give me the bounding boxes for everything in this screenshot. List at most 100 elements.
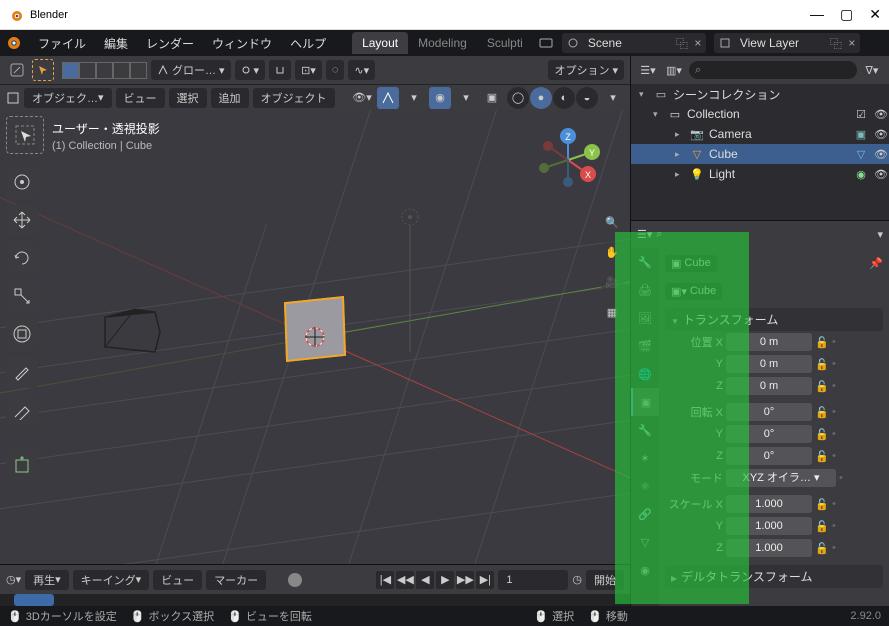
eye-icon[interactable]: 👁 bbox=[873, 148, 889, 161]
outliner-tree[interactable]: ▾ ▭ シーンコレクション ▾ ▭ Collection ☑ 👁 ▸ 📷 Cam… bbox=[631, 84, 889, 184]
scene-selector[interactable]: Scene ⿻ × bbox=[562, 33, 706, 53]
shading-solid-icon[interactable]: ● bbox=[530, 87, 552, 109]
timeline-track[interactable] bbox=[0, 594, 630, 606]
eye-icon[interactable]: 👁 bbox=[873, 108, 889, 121]
xray-icon[interactable]: ▣ bbox=[481, 87, 503, 109]
options-dropdown[interactable]: オプション ▾ bbox=[548, 60, 624, 80]
loc-y-input[interactable]: 0 m bbox=[726, 355, 812, 373]
pan-icon[interactable]: ✋ bbox=[600, 240, 624, 264]
visibility-icon[interactable]: 👁▾ bbox=[351, 87, 373, 109]
jump-end-icon[interactable]: ▶| bbox=[476, 571, 494, 589]
jump-start-icon[interactable]: |◀ bbox=[376, 571, 394, 589]
snap-toggle[interactable] bbox=[269, 60, 291, 80]
lock-icon[interactable]: 🔓 bbox=[815, 428, 829, 441]
scene-delete-icon[interactable]: × bbox=[690, 35, 706, 51]
lock-icon[interactable]: 🔓 bbox=[815, 450, 829, 463]
outliner-collection[interactable]: ▾ ▭ Collection ☑ 👁 bbox=[631, 104, 889, 124]
workspace-tab-modeling[interactable]: Modeling bbox=[408, 32, 477, 54]
tool-move-icon[interactable] bbox=[6, 204, 38, 236]
panel-transform-header[interactable]: トランスフォーム bbox=[665, 308, 883, 331]
lock-icon[interactable]: 🔓 bbox=[815, 520, 829, 533]
menu-edit[interactable]: 編集 bbox=[96, 32, 136, 55]
ptab-material-icon[interactable]: ◉ bbox=[631, 556, 659, 584]
gizmo-toggle-icon[interactable] bbox=[377, 87, 399, 109]
shading-wire-icon[interactable]: ◯ bbox=[507, 87, 529, 109]
3d-viewport[interactable]: ユーザー・透視投影 (1) Collection | Cube bbox=[0, 110, 630, 564]
rot-mode-dropdown[interactable]: XYZ オイラ… ▾ bbox=[726, 469, 836, 487]
shading-rendered-icon[interactable]: ◒ bbox=[576, 87, 598, 109]
gizmo-dd-icon[interactable]: ▾ bbox=[403, 87, 425, 109]
outliner-search[interactable]: ⌕ bbox=[689, 61, 857, 79]
proportional-toggle[interactable]: ◌ bbox=[326, 60, 345, 80]
checkbox-icon[interactable]: ☑ bbox=[853, 108, 869, 121]
filter-icon[interactable]: ∇▾ bbox=[861, 59, 883, 81]
ptab-constraint-icon[interactable]: 🔗 bbox=[631, 500, 659, 528]
maximize-button[interactable]: ▢ bbox=[840, 6, 853, 23]
eye-icon[interactable]: 👁 bbox=[873, 128, 889, 141]
ptab-world-icon[interactable]: 🌐 bbox=[631, 360, 659, 388]
ptab-physics-icon[interactable]: ⚛ bbox=[631, 472, 659, 500]
breadcrumb-datablock[interactable]: ▣▾ Cube bbox=[665, 283, 722, 300]
keying-menu[interactable]: キーイング ▾ bbox=[73, 570, 150, 590]
lock-icon[interactable]: 🔓 bbox=[815, 542, 829, 555]
submenu-view[interactable]: ビュー bbox=[116, 88, 165, 108]
properties-editor-icon[interactable]: ☰▾ bbox=[637, 228, 652, 241]
loc-x-input[interactable]: 0 m bbox=[726, 333, 812, 351]
shading-mode-group[interactable]: ◯ ● ◐ ◒ bbox=[507, 87, 598, 109]
menu-window[interactable]: ウィンドウ bbox=[204, 32, 280, 55]
tool-transform-icon[interactable] bbox=[6, 318, 38, 350]
rot-y-input[interactable]: 0° bbox=[726, 425, 812, 443]
pivot-dropdown[interactable]: ▾ bbox=[235, 60, 266, 80]
eye-icon[interactable]: 👁 bbox=[873, 168, 889, 181]
proportional-dropdown[interactable]: ∿▾ bbox=[348, 60, 375, 80]
timeline-marker[interactable]: マーカー bbox=[206, 570, 266, 590]
outliner-item-light[interactable]: ▸ 💡 Light ◉ 👁 bbox=[631, 164, 889, 184]
mode-icon[interactable] bbox=[6, 91, 20, 105]
tool-annotate-icon[interactable] bbox=[6, 356, 38, 388]
cursor-tool-icon[interactable] bbox=[32, 59, 54, 81]
scene-copy-icon[interactable]: ⿻ bbox=[674, 35, 690, 51]
ptab-modifier-icon[interactable]: 🔧 bbox=[631, 416, 659, 444]
rot-x-input[interactable]: 0° bbox=[726, 403, 812, 421]
scale-z-input[interactable]: 1.000 bbox=[726, 539, 812, 557]
viewlayer-selector[interactable]: View Layer ⿻ × bbox=[714, 33, 860, 53]
outliner-item-cube[interactable]: ▸ ▽ Cube ▽ 👁 bbox=[631, 144, 889, 164]
mesh-data-icon[interactable]: ▽ bbox=[853, 148, 869, 161]
panel-delta-header[interactable]: デルタトランスフォーム bbox=[665, 565, 883, 588]
tool-measure-icon[interactable] bbox=[6, 394, 38, 426]
outliner-editor-icon[interactable]: ☰▾ bbox=[637, 59, 659, 81]
scale-y-input[interactable]: 1.000 bbox=[726, 517, 812, 535]
scale-x-input[interactable]: 1.000 bbox=[726, 495, 812, 513]
timeline-view[interactable]: ビュー bbox=[153, 570, 202, 590]
blender-icon[interactable] bbox=[4, 33, 24, 53]
outliner-scene-collection[interactable]: ▾ ▭ シーンコレクション bbox=[631, 84, 889, 104]
ptab-render-icon[interactable]: 🔧 bbox=[631, 248, 659, 276]
pin-icon[interactable]: 📌 bbox=[869, 257, 883, 270]
light-object[interactable] bbox=[395, 207, 425, 357]
lock-icon[interactable]: 🔓 bbox=[815, 406, 829, 419]
overlay-toggle-icon[interactable]: ◉ bbox=[429, 87, 451, 109]
nav-gizmo[interactable]: X Y Z bbox=[536, 128, 600, 192]
tool-addcube-icon[interactable] bbox=[6, 448, 38, 480]
editor-type-icon[interactable] bbox=[6, 59, 28, 81]
submenu-object[interactable]: オブジェクト bbox=[253, 88, 335, 108]
ptab-object-icon[interactable]: ▣ bbox=[631, 388, 659, 416]
play-rev-icon[interactable]: ◀ bbox=[416, 571, 434, 589]
tool-rotate-icon[interactable] bbox=[6, 242, 38, 274]
viewlayer-copy-icon[interactable]: ⿻ bbox=[828, 35, 844, 51]
workspace-tab-sculpting[interactable]: Sculpti bbox=[477, 32, 533, 54]
select-mode-group[interactable] bbox=[62, 62, 147, 79]
breadcrumb-object[interactable]: ▣ Cube bbox=[665, 255, 717, 272]
prev-key-icon[interactable]: ◀◀ bbox=[396, 571, 414, 589]
loc-z-input[interactable]: 0 m bbox=[726, 377, 812, 395]
autokey-icon[interactable] bbox=[288, 573, 302, 587]
light-data-icon[interactable]: ◉ bbox=[853, 168, 869, 181]
active-tool-icon[interactable] bbox=[6, 116, 44, 154]
overlay-dd-icon[interactable]: ▾ bbox=[455, 87, 477, 109]
outliner-item-camera[interactable]: ▸ 📷 Camera ▣ 👁 bbox=[631, 124, 889, 144]
clock-icon[interactable]: ◷ bbox=[572, 573, 582, 586]
menu-file[interactable]: ファイル bbox=[30, 32, 94, 55]
ptab-data-icon[interactable]: ▽ bbox=[631, 528, 659, 556]
ptab-scene-icon[interactable]: 🎬 bbox=[631, 332, 659, 360]
workspace-tab-layout[interactable]: Layout bbox=[352, 32, 408, 54]
